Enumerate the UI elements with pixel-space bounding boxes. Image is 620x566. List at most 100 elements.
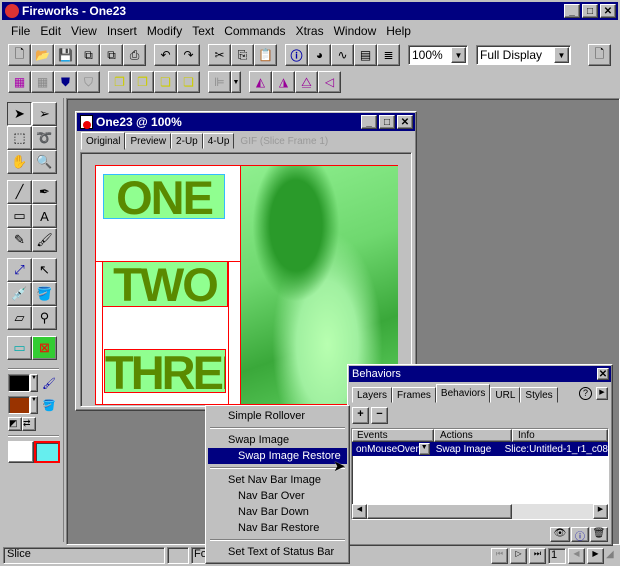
menu-item-set-text-status-bar[interactable]: Set Text of Status Bar xyxy=(208,544,347,560)
menu-item-simple-rollover[interactable]: Simple Rollover xyxy=(208,408,347,424)
tab-frames[interactable]: Frames xyxy=(392,387,436,403)
slice-two[interactable]: TWO xyxy=(102,261,228,307)
copy-icon[interactable]: ⎘ xyxy=(231,44,254,66)
last-frame-button[interactable]: ⏭ xyxy=(529,547,546,564)
trash-icon[interactable]: 🗑 xyxy=(590,527,608,542)
scroll-left-button[interactable]: ◀ xyxy=(352,504,367,519)
color-mixer-icon[interactable]: ◕ xyxy=(308,44,331,66)
pen-tool-icon[interactable]: ✒ xyxy=(32,180,57,204)
layers-icon[interactable]: ≣ xyxy=(377,44,400,66)
menu-insert[interactable]: Insert xyxy=(102,24,142,38)
zoom-select[interactable]: 100% ▼ xyxy=(408,45,468,65)
help-icon[interactable]: ? xyxy=(579,387,592,400)
page-icon[interactable]: 🗋 xyxy=(588,44,611,66)
menu-xtras[interactable]: Xtras xyxy=(291,24,329,38)
play-button[interactable]: ▷ xyxy=(510,547,527,564)
tab-original[interactable]: Original xyxy=(81,132,126,150)
doc-close-button[interactable]: ✕ xyxy=(397,115,413,129)
chevron-down-icon[interactable]: ▼ xyxy=(30,396,38,414)
col-info[interactable]: Info xyxy=(512,429,608,442)
menu-modify[interactable]: Modify xyxy=(142,24,187,38)
line-tool-icon[interactable]: ╱ xyxy=(7,180,32,204)
pointer-tool-icon[interactable]: ➤ xyxy=(7,102,32,126)
menu-text[interactable]: Text xyxy=(187,24,219,38)
eye-icon[interactable]: 👁 xyxy=(550,527,570,542)
stroke-icon[interactable]: ∿ xyxy=(331,44,354,66)
print-icon[interactable]: ⎙ xyxy=(123,44,146,66)
unmask-icon[interactable]: ⛉ xyxy=(77,71,100,93)
menu-view[interactable]: View xyxy=(66,24,102,38)
scroll-thumb[interactable] xyxy=(367,504,512,519)
paste-icon[interactable]: 📋 xyxy=(254,44,277,66)
default-colors-icon[interactable]: ◩ xyxy=(8,417,22,431)
tab-url[interactable]: URL xyxy=(490,387,521,403)
col-actions[interactable]: Actions xyxy=(434,429,512,442)
frame-number[interactable]: 1 xyxy=(548,547,566,564)
flip-horizontal-icon[interactable]: ⧋ xyxy=(295,71,318,93)
align-icon[interactable]: ⊫ xyxy=(208,71,231,93)
slice-tool-icon[interactable]: ⊠ xyxy=(32,336,57,360)
display-select[interactable]: Full Display ▼ xyxy=(476,45,571,65)
flip-vertical-icon[interactable]: ◁ xyxy=(318,71,341,93)
slice-three[interactable]: THREE xyxy=(104,349,226,393)
menu-help[interactable]: Help xyxy=(381,24,416,38)
reshape-tool-icon[interactable]: ↖ xyxy=(32,258,57,282)
behavior-row[interactable]: onMouseOver ▼ Swap Image Slice:Untitled-… xyxy=(352,442,608,456)
remove-behavior-button[interactable]: − xyxy=(371,407,388,424)
doc-minimize-button[interactable]: _ xyxy=(361,115,377,129)
minimize-button[interactable]: _ xyxy=(564,4,580,18)
menu-item-nav-bar-restore[interactable]: Nav Bar Restore xyxy=(208,520,347,536)
swap-colors-icon[interactable]: ⇄ xyxy=(22,417,36,431)
menu-item-swap-image-restore[interactable]: Swap Image Restore xyxy=(208,448,347,464)
align-dropdown[interactable]: ▼ xyxy=(231,71,241,93)
new-icon[interactable]: 🗋 xyxy=(8,44,31,66)
menu-edit[interactable]: Edit xyxy=(35,24,66,38)
tab-2-up[interactable]: 2-Up xyxy=(171,133,203,149)
chevron-down-icon[interactable]: ▼ xyxy=(554,47,569,63)
panel-menu-button[interactable]: ▶ xyxy=(596,387,608,400)
scroll-right-button[interactable]: ▶ xyxy=(593,504,608,519)
menu-window[interactable]: Window xyxy=(329,24,382,38)
eraser-tool-icon[interactable]: ▱ xyxy=(7,306,32,330)
tab-4-up[interactable]: 4-Up xyxy=(202,133,235,149)
open-icon[interactable]: 📂 xyxy=(31,44,54,66)
rotate-left-icon[interactable]: ◭ xyxy=(249,71,272,93)
text-tool-icon[interactable]: A xyxy=(32,204,57,228)
menu-item-swap-image[interactable]: Swap Image xyxy=(208,432,347,448)
zoom-tool-icon[interactable]: 🔍 xyxy=(32,150,57,174)
menu-commands[interactable]: Commands xyxy=(219,24,290,38)
eyedropper-tool-icon[interactable]: 💉 xyxy=(7,282,32,306)
prev-frame-button[interactable]: ◀ xyxy=(568,547,585,564)
bring-forward-icon[interactable]: ❐ xyxy=(131,71,154,93)
menu-file[interactable]: File xyxy=(6,24,35,38)
info-icon[interactable]: ⓘ xyxy=(571,527,589,543)
add-behavior-button[interactable]: + xyxy=(352,407,369,424)
mask-icon[interactable]: ⛊ xyxy=(54,71,77,93)
group-icon[interactable]: ▦ xyxy=(8,71,31,93)
marquee-tool-icon[interactable]: ⬚ xyxy=(7,126,32,150)
import-icon[interactable]: ⧉ xyxy=(77,44,100,66)
maximize-button[interactable]: □ xyxy=(582,4,598,18)
subselect-tool-icon[interactable]: ➢ xyxy=(32,102,57,126)
rotate-right-icon[interactable]: ◮ xyxy=(272,71,295,93)
chevron-down-icon[interactable]: ▼ xyxy=(30,374,38,392)
hide-slices-icon[interactable] xyxy=(8,441,34,463)
col-events[interactable]: Events xyxy=(352,429,434,442)
ungroup-icon[interactable]: ▦ xyxy=(31,71,54,93)
doc-maximize-button[interactable]: □ xyxy=(379,115,395,129)
save-icon[interactable]: 💾 xyxy=(54,44,77,66)
stroke-color-swatch[interactable] xyxy=(8,374,30,392)
next-frame-button[interactable]: ▶ xyxy=(587,547,604,564)
hotspot-tool-icon[interactable]: ▭ xyxy=(7,336,32,360)
event-dropdown[interactable]: ▼ xyxy=(418,443,430,455)
export-icon[interactable]: ⧉ xyxy=(100,44,123,66)
fill-color-swatch[interactable] xyxy=(8,396,30,414)
close-button[interactable]: ✕ xyxy=(600,4,616,18)
resize-grip-icon[interactable]: ◢ xyxy=(606,549,620,563)
menu-item-nav-bar-over[interactable]: Nav Bar Over xyxy=(208,488,347,504)
send-backward-icon[interactable]: ❏ xyxy=(154,71,177,93)
redo-icon[interactable]: ↷ xyxy=(177,44,200,66)
rectangle-tool-icon[interactable]: ▭ xyxy=(7,204,32,228)
chevron-down-icon[interactable]: ▼ xyxy=(451,47,466,63)
tab-behaviors[interactable]: Behaviors xyxy=(435,384,491,403)
